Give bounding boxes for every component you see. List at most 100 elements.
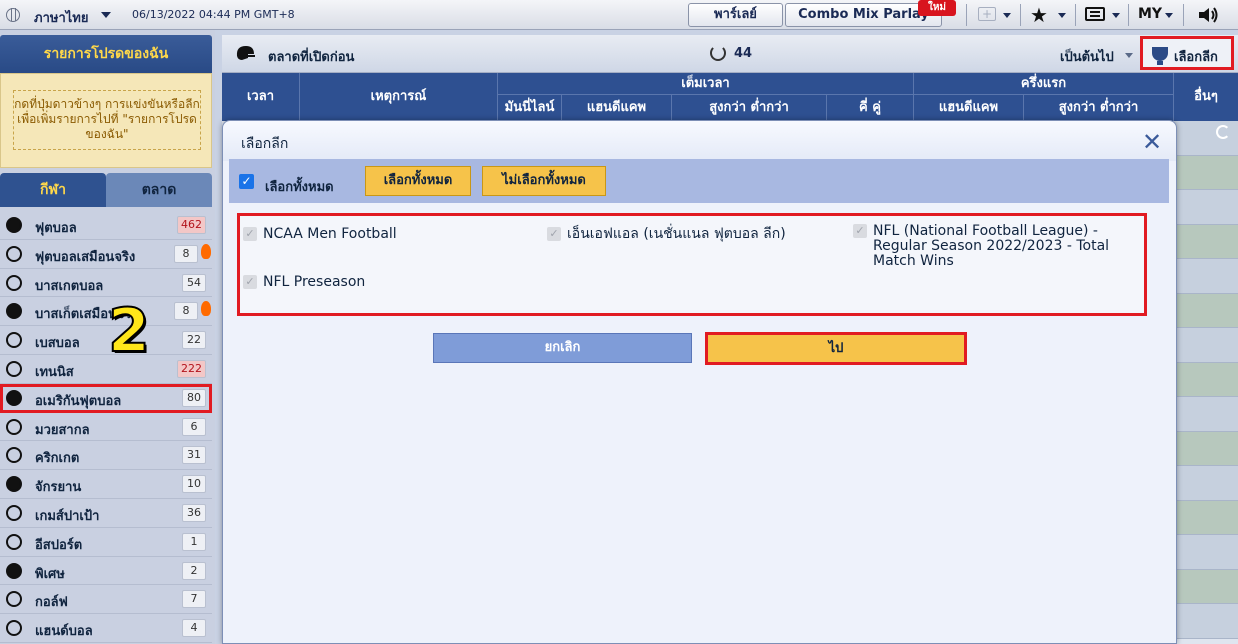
- divider: [1183, 4, 1184, 26]
- sidebar-item-label: เบสบอล: [35, 336, 80, 352]
- divider: [1128, 4, 1129, 26]
- caret-down-icon[interactable]: [1058, 13, 1066, 18]
- sidebar-item-label: มวยสากล: [35, 422, 90, 438]
- speaker-icon[interactable]: [1197, 6, 1219, 24]
- divider: [966, 4, 967, 26]
- caret-down-icon[interactable]: [1125, 53, 1133, 58]
- sidebar-item-sport[interactable]: อีสปอร์ต 1: [0, 528, 212, 557]
- favorites-title[interactable]: รายการโปรดของฉัน: [0, 35, 212, 73]
- basketball-icon: [6, 274, 22, 291]
- datetime-display: 06/13/2022 04:44 PM GMT+8: [132, 8, 295, 21]
- select-all-button[interactable]: เลือกทั้งหมด: [365, 166, 471, 196]
- top-bar: ภาษาไทย 06/13/2022 04:44 PM GMT+8 พาร์เล…: [0, 0, 1238, 30]
- caret-down-icon[interactable]: [1165, 13, 1173, 18]
- trophy-icon: [1152, 47, 1168, 65]
- baseball-icon: [6, 332, 22, 349]
- sidebar-tabs: กีฬา ตลาด: [0, 173, 212, 207]
- sidebar-item-count: 8: [174, 244, 198, 263]
- tab-market[interactable]: ตลาด: [106, 173, 212, 207]
- caret-down-icon[interactable]: [1112, 13, 1120, 18]
- league-label: NCAA Men Football: [263, 226, 397, 242]
- select-league-button[interactable]: เลือกลีก: [1140, 36, 1234, 70]
- cricket-icon: [6, 447, 22, 464]
- col-odd-even: คี่ คู่: [827, 95, 914, 121]
- parlay-button[interactable]: พาร์เลย์: [688, 3, 783, 27]
- sidebar-item-count: 1: [182, 532, 206, 551]
- sidebar-item-sport[interactable]: ฟุตบอล 462: [0, 211, 212, 240]
- divider: [1020, 4, 1021, 26]
- sidebar-item-label: จักรยาน: [35, 480, 82, 496]
- col-over-under: สูงกว่า ต่ำกว่า: [672, 95, 827, 121]
- league-option[interactable]: ✓ NFL (National Football League) - Regul…: [853, 224, 1146, 269]
- star-icon[interactable]: ★: [1030, 3, 1048, 27]
- league-option[interactable]: ✓ NCAA Men Football: [243, 227, 533, 242]
- league-label: เอ็นเอฟแอล (เนชั่นแนล ฟุตบอล ลีก): [567, 226, 786, 242]
- select-all-checkbox[interactable]: ✓: [239, 174, 254, 189]
- football-helmet-icon: [6, 389, 22, 406]
- sidebar-item-label: เกมส์ปาเป้า: [35, 508, 100, 524]
- league-checkbox[interactable]: ✓: [853, 224, 867, 238]
- refresh-icon[interactable]: [710, 45, 726, 61]
- deselect-all-button[interactable]: ไม่เลือกทั้งหมด: [482, 166, 606, 196]
- league-checkbox[interactable]: ✓: [243, 227, 257, 241]
- caret-down-icon[interactable]: [1003, 13, 1011, 18]
- sidebar-item-label: บาสเกตบอล: [35, 278, 104, 294]
- sidebar-item-sport[interactable]: บาสเกตบอล 54: [0, 269, 212, 298]
- sidebar-item-label: ฟุตบอล: [35, 221, 77, 236]
- go-button[interactable]: ไป: [705, 332, 967, 365]
- language-selector[interactable]: ภาษาไทย: [34, 7, 88, 28]
- golf-icon: [6, 591, 22, 608]
- cancel-button[interactable]: ยกเลิก: [433, 333, 692, 363]
- event-count: 44: [734, 46, 753, 61]
- select-league-label: เลือกลีก: [1174, 50, 1218, 65]
- col-time: เวลา: [222, 73, 300, 121]
- darts-icon: [6, 504, 22, 521]
- currency-selector[interactable]: MY: [1138, 6, 1162, 22]
- sidebar-item-count: 4: [182, 619, 206, 638]
- add-icon[interactable]: +: [978, 7, 996, 21]
- sidebar-item-sport[interactable]: อเมริกันฟุตบอล 80: [0, 383, 212, 413]
- odds-table-header: เวลา เหตุการณ์ เต็มเวลา ครึ่งแรก อื่นๆ ม…: [222, 73, 1238, 121]
- col-event: เหตุการณ์: [300, 73, 498, 121]
- sidebar-item-sport[interactable]: มวยสากล 6: [0, 413, 212, 442]
- odds-view-icon[interactable]: [1085, 7, 1105, 21]
- league-checkbox[interactable]: ✓: [243, 275, 257, 289]
- sidebar-item-sport[interactable]: แฮนด์บอล 4: [0, 614, 212, 643]
- favorites-hint: กดที่ปุ่มดาวข้างๆ การแข่งขันหรือลีกเพื่อ…: [13, 90, 201, 150]
- sidebar-item-sport[interactable]: บาสเก็ตเสมือนจริง 8: [0, 297, 212, 327]
- favorites-panel: กดที่ปุ่มดาวข้างๆ การแข่งขันหรือลีกเพื่อ…: [0, 73, 212, 168]
- caret-down-icon[interactable]: [101, 12, 111, 18]
- close-icon[interactable]: ✕: [1141, 130, 1163, 154]
- tab-sport[interactable]: กีฬา: [0, 173, 106, 207]
- sidebar-item-count: 222: [177, 359, 206, 378]
- league-option[interactable]: ✓ เอ็นเอฟแอล (เนชั่นแนล ฟุตบอล ลีก): [547, 227, 847, 242]
- globe-icon[interactable]: [6, 8, 20, 22]
- football-helmet-icon: [236, 46, 255, 60]
- step-number-annotation: 2: [107, 295, 151, 367]
- col-moneyline: มันนี่ไลน์: [498, 95, 562, 121]
- sidebar-item-sport[interactable]: จักรยาน 10: [0, 470, 212, 499]
- sidebar-item-count: 2: [182, 561, 206, 580]
- dialog-toolbar: ✓ เลือกทั้งหมด เลือกทั้งหมด ไม่เลือกทั้ง…: [229, 159, 1169, 203]
- soccer-icon: [6, 217, 22, 233]
- sidebar-item-sport[interactable]: เทนนิส 222: [0, 355, 212, 384]
- refresh-icon[interactable]: [1216, 125, 1230, 139]
- col-fh-handicap: แฮนดีแคพ: [914, 95, 1024, 121]
- league-checkbox[interactable]: ✓: [547, 227, 561, 241]
- sidebar-item-count: 36: [182, 503, 206, 522]
- sidebar-item-count: 80: [182, 388, 206, 407]
- sidebar-item-sport[interactable]: ฟุตบอลเสมือนจริง 8: [0, 240, 212, 269]
- sidebar-item-sport[interactable]: กอล์ฟ 7: [0, 585, 212, 615]
- sidebar-item-sport[interactable]: พิเศษ 2: [0, 557, 212, 586]
- sidebar-item-count: 10: [182, 475, 206, 494]
- handball-icon: [6, 620, 22, 637]
- divider: [1075, 4, 1076, 26]
- sidebar-item-sport[interactable]: เบสบอล 22: [0, 326, 212, 355]
- sort-selector[interactable]: เป็นต้นไป: [1060, 46, 1114, 67]
- sidebar-item-label: กอล์ฟ: [35, 595, 68, 611]
- sidebar-item-label: อีสปอร์ต: [35, 537, 83, 553]
- sidebar-item-sport[interactable]: คริกเกต 31: [0, 441, 212, 471]
- sidebar-item-label: เทนนิส: [35, 364, 74, 380]
- sidebar-item-sport[interactable]: เกมส์ปาเป้า 36: [0, 499, 212, 528]
- league-option[interactable]: ✓ NFL Preseason: [243, 275, 533, 290]
